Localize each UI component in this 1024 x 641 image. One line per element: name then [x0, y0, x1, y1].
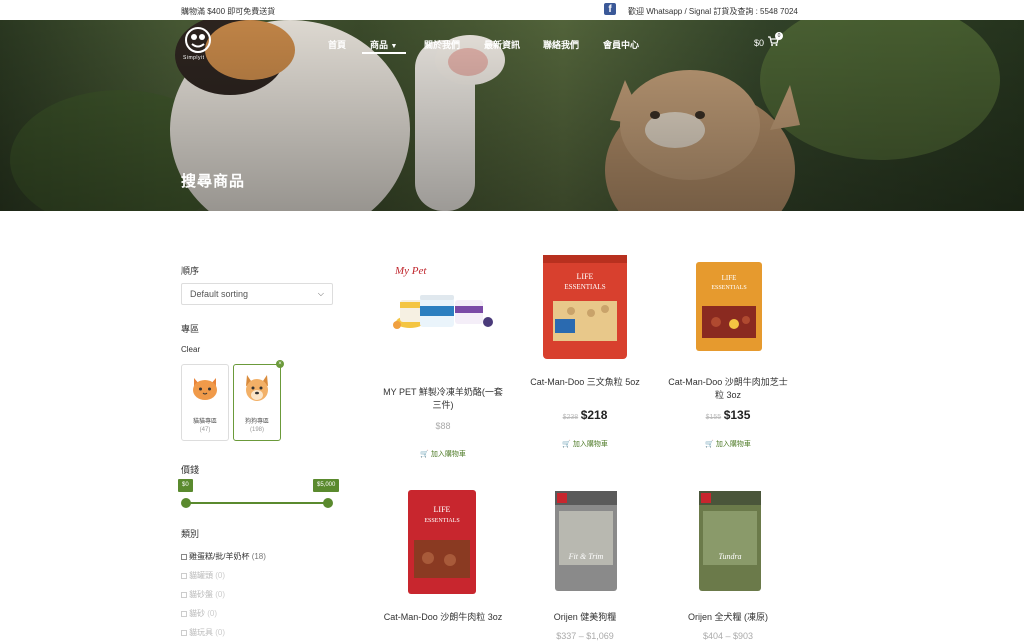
- checkbox-icon: [181, 572, 187, 579]
- add-to-cart-button[interactable]: 🛒 加入購物車: [664, 439, 792, 449]
- price-heading: 價錢: [181, 465, 200, 475]
- zone-count: (198): [249, 427, 264, 433]
- clear-filter-link[interactable]: Clear: [181, 345, 200, 354]
- product-price: $238 $218: [562, 408, 608, 422]
- cart-icon: 🛒: [562, 441, 571, 448]
- svg-text:My Pet: My Pet: [394, 265, 427, 277]
- product-image[interactable]: Tundra: [697, 489, 763, 593]
- zone-cat[interactable]: 貓貓專區 (47): [181, 364, 229, 441]
- price-slider-track[interactable]: [186, 502, 328, 504]
- add-to-cart-button[interactable]: 🛒 加入購物車: [521, 439, 649, 449]
- checkbox-icon: [181, 629, 187, 636]
- zone-label: 狗狗專區: [244, 419, 269, 425]
- svg-text:ESSENTIALS: ESSENTIALS: [424, 518, 459, 524]
- sort-select[interactable]: Default sorting ⌵: [181, 283, 333, 305]
- facebook-icon[interactable]: f: [604, 3, 616, 15]
- logo-icon[interactable]: [184, 26, 212, 54]
- product-price: $88: [435, 421, 451, 431]
- cart-icon: 🛒: [705, 441, 714, 448]
- product-name[interactable]: Orijen 健美狗糧: [521, 611, 649, 624]
- svg-text:LIFE: LIFE: [577, 272, 594, 281]
- checkbox-icon: [181, 610, 187, 617]
- nav-products[interactable]: 商品 ▼: [370, 38, 397, 51]
- category-item[interactable]: 雞蛋糕/批/羊奶杯 (18): [181, 551, 266, 562]
- svg-text:LIFE: LIFE: [434, 505, 451, 514]
- checkbox-icon: [181, 553, 187, 560]
- price-max-label: $5,000: [313, 479, 340, 492]
- category-heading: 類別: [181, 529, 200, 539]
- hero-banner: Simplyit 首頁 商品 ▼ 關於我們 最新資訊 聯絡我們 會員中心 $0 …: [0, 20, 1024, 211]
- remove-filter-icon[interactable]: ×: [276, 360, 284, 368]
- svg-text:ESSENTIALS: ESSENTIALS: [564, 283, 605, 291]
- zone-label: 貓貓專區: [192, 419, 217, 425]
- contact-notice: 歡迎 Whatsapp / Signal 訂貨及查詢 : 5548 7024: [628, 7, 798, 16]
- category-item[interactable]: 貓砂 (0): [181, 608, 217, 619]
- category-item[interactable]: 貓砂盤 (0): [181, 589, 225, 600]
- sort-heading: 順序: [181, 266, 200, 276]
- nav-member[interactable]: 會員中心: [603, 38, 639, 51]
- zone-dog[interactable]: 狗狗專區 (198): [233, 364, 281, 441]
- cart-count-badge: 0: [775, 32, 783, 40]
- product-image[interactable]: LIFE ESSENTIALS: [541, 253, 629, 361]
- top-announcement-bar: 購物滿 $400 即可免費送貨 f 歡迎 Whatsapp / Signal 訂…: [0, 0, 1024, 20]
- main-navigation: Simplyit 首頁 商品 ▼ 關於我們 最新資訊 聯絡我們 會員中心 $0 …: [0, 20, 1024, 70]
- product-image[interactable]: Fit & Trim: [553, 489, 619, 593]
- checkbox-icon: [181, 591, 187, 598]
- product-price: $155 $135: [705, 408, 751, 422]
- cart-total[interactable]: $0: [754, 38, 764, 48]
- price-min-label: $0: [178, 479, 193, 492]
- svg-text:LIFE: LIFE: [722, 274, 737, 282]
- nav-news[interactable]: 最新資訊: [484, 38, 520, 51]
- category-item[interactable]: 貓玩具 (0): [181, 627, 225, 638]
- page-title: 搜尋商品: [181, 173, 246, 190]
- product-image[interactable]: My Pet: [385, 262, 501, 342]
- product-image[interactable]: LIFE ESSENTIALS: [406, 488, 478, 596]
- logo-text: Simplyit: [183, 55, 205, 61]
- zone-count: (47): [199, 427, 211, 433]
- category-item[interactable]: 貓罐頭 (0): [181, 570, 225, 581]
- nav-active-indicator: [362, 52, 406, 54]
- zone-heading: 專區: [181, 324, 200, 334]
- dog-face-icon: [246, 375, 268, 401]
- product-name[interactable]: Orijen 全犬糧 (凍原): [664, 611, 792, 624]
- price-slider-min-handle[interactable]: [181, 498, 191, 508]
- product-image[interactable]: LIFE ESSENTIALS: [694, 260, 764, 353]
- product-name[interactable]: Cat-Man-Doo 三文魚粒 5oz: [521, 376, 649, 389]
- cart-icon: 🛒: [420, 451, 429, 458]
- chevron-down-icon: ▼: [390, 43, 398, 50]
- product-name[interactable]: Cat-Man-Doo 沙朗牛肉粒 3oz: [379, 611, 507, 624]
- chevron-down-icon: ⌵: [317, 289, 324, 298]
- nav-about[interactable]: 關於我們: [424, 38, 460, 51]
- product-name[interactable]: Cat-Man-Doo 沙朗牛肉加芝士粒 3oz: [664, 376, 792, 402]
- cat-face-icon: [193, 378, 217, 400]
- add-to-cart-button[interactable]: 🛒 加入購物車: [379, 449, 507, 459]
- price-slider-max-handle[interactable]: [323, 498, 333, 508]
- svg-text:Fit & Trim: Fit & Trim: [568, 552, 604, 561]
- svg-text:ESSENTIALS: ESSENTIALS: [711, 285, 746, 291]
- nav-home[interactable]: 首頁: [328, 38, 346, 51]
- product-name[interactable]: MY PET 鮮製冷凍羊奶酪(一套三件): [379, 386, 507, 412]
- nav-contact[interactable]: 聯絡我們: [543, 38, 579, 51]
- free-shipping-notice: 購物滿 $400 即可免費送貨: [181, 7, 276, 16]
- svg-text:Tundra: Tundra: [718, 552, 741, 561]
